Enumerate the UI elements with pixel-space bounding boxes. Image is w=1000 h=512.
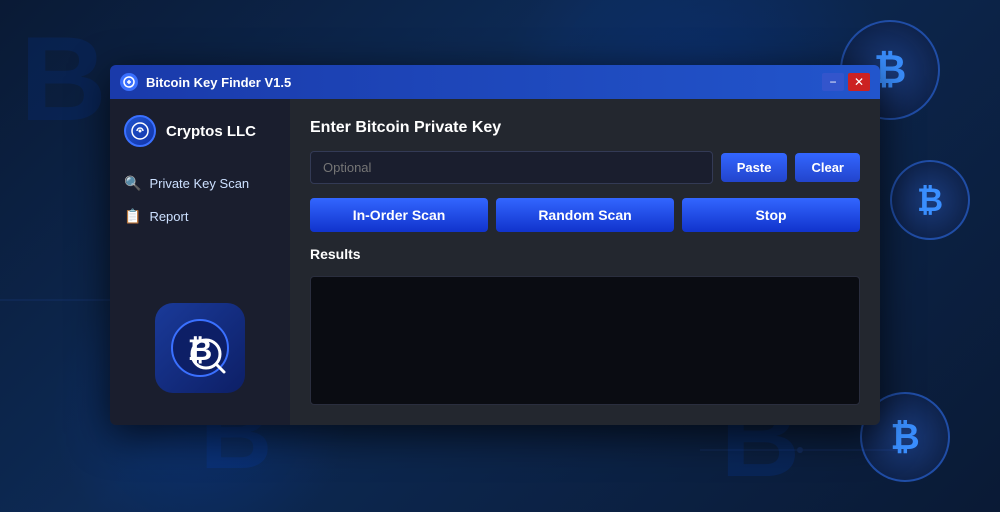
sidebar: Cryptos LLC 🔍 Private Key Scan 📋 Report … (110, 99, 290, 425)
logo-circle: ₿ (155, 303, 245, 393)
window-title: Bitcoin Key Finder V1.5 (146, 75, 822, 90)
search-icon: 🔍 (124, 175, 141, 192)
sidebar-logo: ₿ (139, 287, 261, 409)
brand-name: Cryptos LLC (166, 123, 256, 140)
in-order-scan-button[interactable]: In-Order Scan (310, 198, 488, 232)
titlebar: Bitcoin Key Finder V1.5 − ✕ (110, 65, 880, 99)
action-row: In-Order Scan Random Scan Stop (310, 198, 860, 232)
nav-label-report: Report (149, 209, 188, 224)
clear-button[interactable]: Clear (795, 153, 860, 182)
stop-button[interactable]: Stop (682, 198, 860, 232)
close-button[interactable]: ✕ (848, 73, 870, 91)
input-row: Paste Clear (310, 151, 860, 184)
private-key-input[interactable] (310, 151, 713, 184)
section-title: Enter Bitcoin Private Key (310, 119, 860, 137)
window-body: Cryptos LLC 🔍 Private Key Scan 📋 Report … (110, 99, 880, 425)
report-icon: 📋 (124, 208, 141, 225)
window-controls: − ✕ (822, 73, 870, 91)
nav-item-report[interactable]: 📋 Report (110, 200, 290, 233)
brand: Cryptos LLC (110, 115, 290, 167)
paste-button[interactable]: Paste (721, 153, 788, 182)
nav-item-private-key-scan[interactable]: 🔍 Private Key Scan (110, 167, 290, 200)
titlebar-icon (120, 73, 138, 91)
nav-label-private-key-scan: Private Key Scan (149, 176, 249, 191)
results-label: Results (310, 246, 860, 262)
minimize-button[interactable]: − (822, 73, 844, 91)
app-window: Bitcoin Key Finder V1.5 − ✕ Cryptos LLC (110, 65, 880, 425)
main-content: Enter Bitcoin Private Key Paste Clear In… (290, 99, 880, 425)
random-scan-button[interactable]: Random Scan (496, 198, 674, 232)
brand-icon (124, 115, 156, 147)
results-area (310, 276, 860, 405)
